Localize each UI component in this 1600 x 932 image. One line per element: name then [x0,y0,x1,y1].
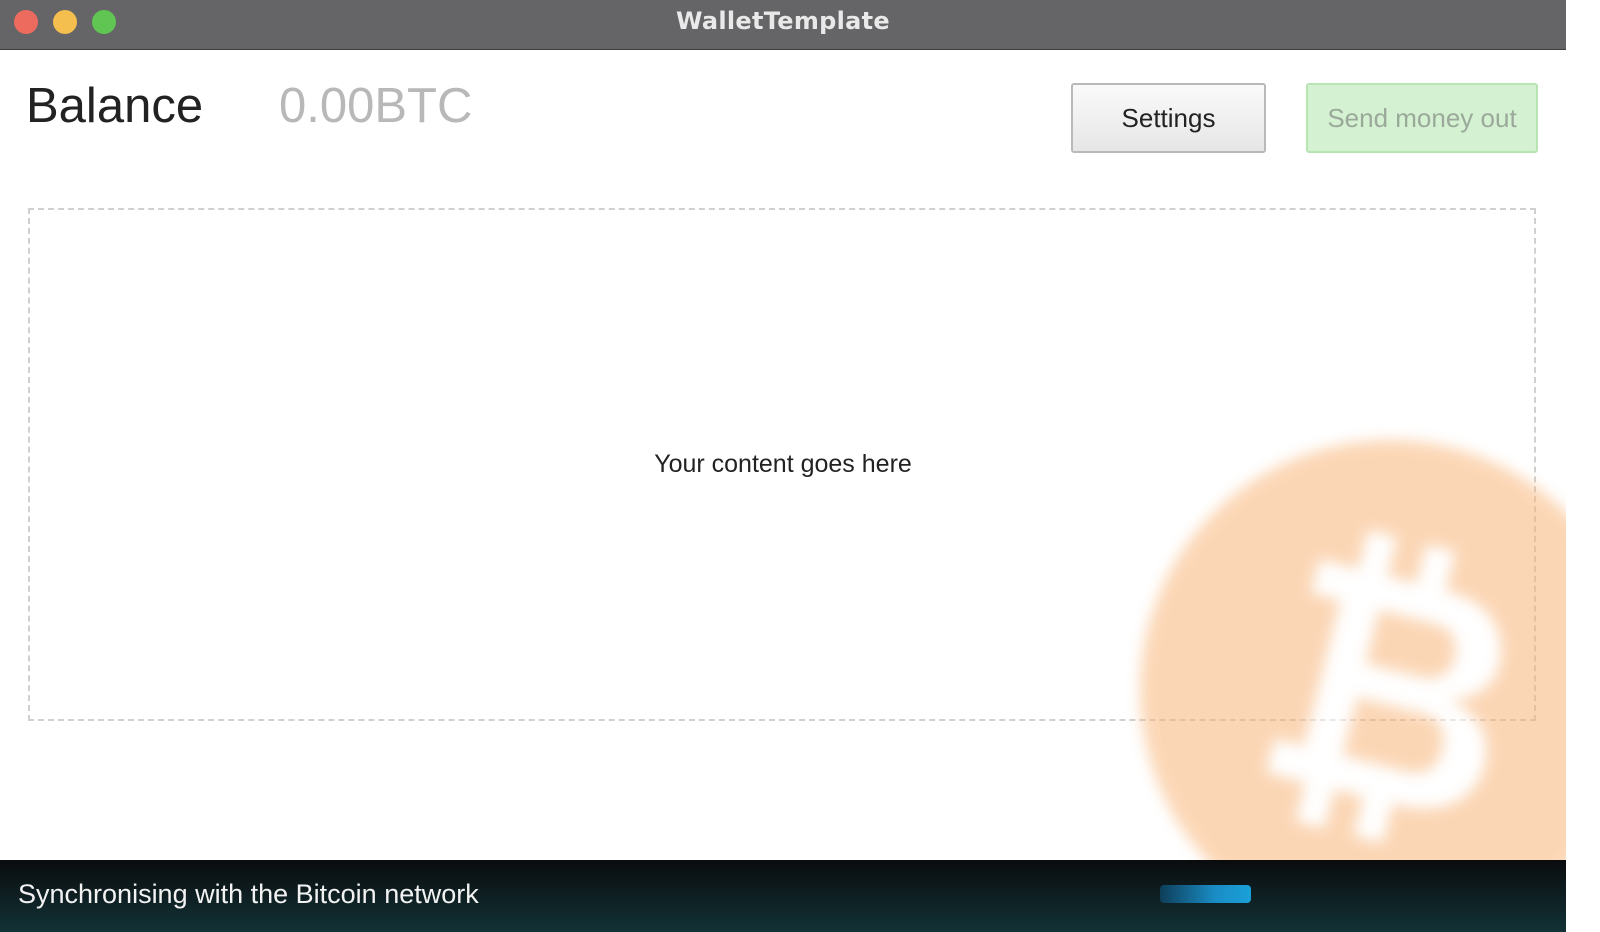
desktop-background [1566,0,1600,932]
window-title: WalletTemplate [675,7,891,35]
status-bar: Synchronising with the Bitcoin network [0,860,1566,932]
wallet-window: WalletTemplate Balance 0.00BTC Settings … [0,0,1566,932]
sync-status-text: Synchronising with the Bitcoin network [18,879,479,909]
sync-progress-bar [1160,885,1251,903]
content-placeholder: Your content goes here [654,450,912,478]
send-money-out-button[interactable]: Send money out [1306,83,1538,153]
settings-button[interactable]: Settings [1071,83,1266,153]
title-bar[interactable]: WalletTemplate [0,0,1566,50]
balance-value: 0.00BTC [279,79,473,133]
balance-label: Balance [26,79,204,133]
